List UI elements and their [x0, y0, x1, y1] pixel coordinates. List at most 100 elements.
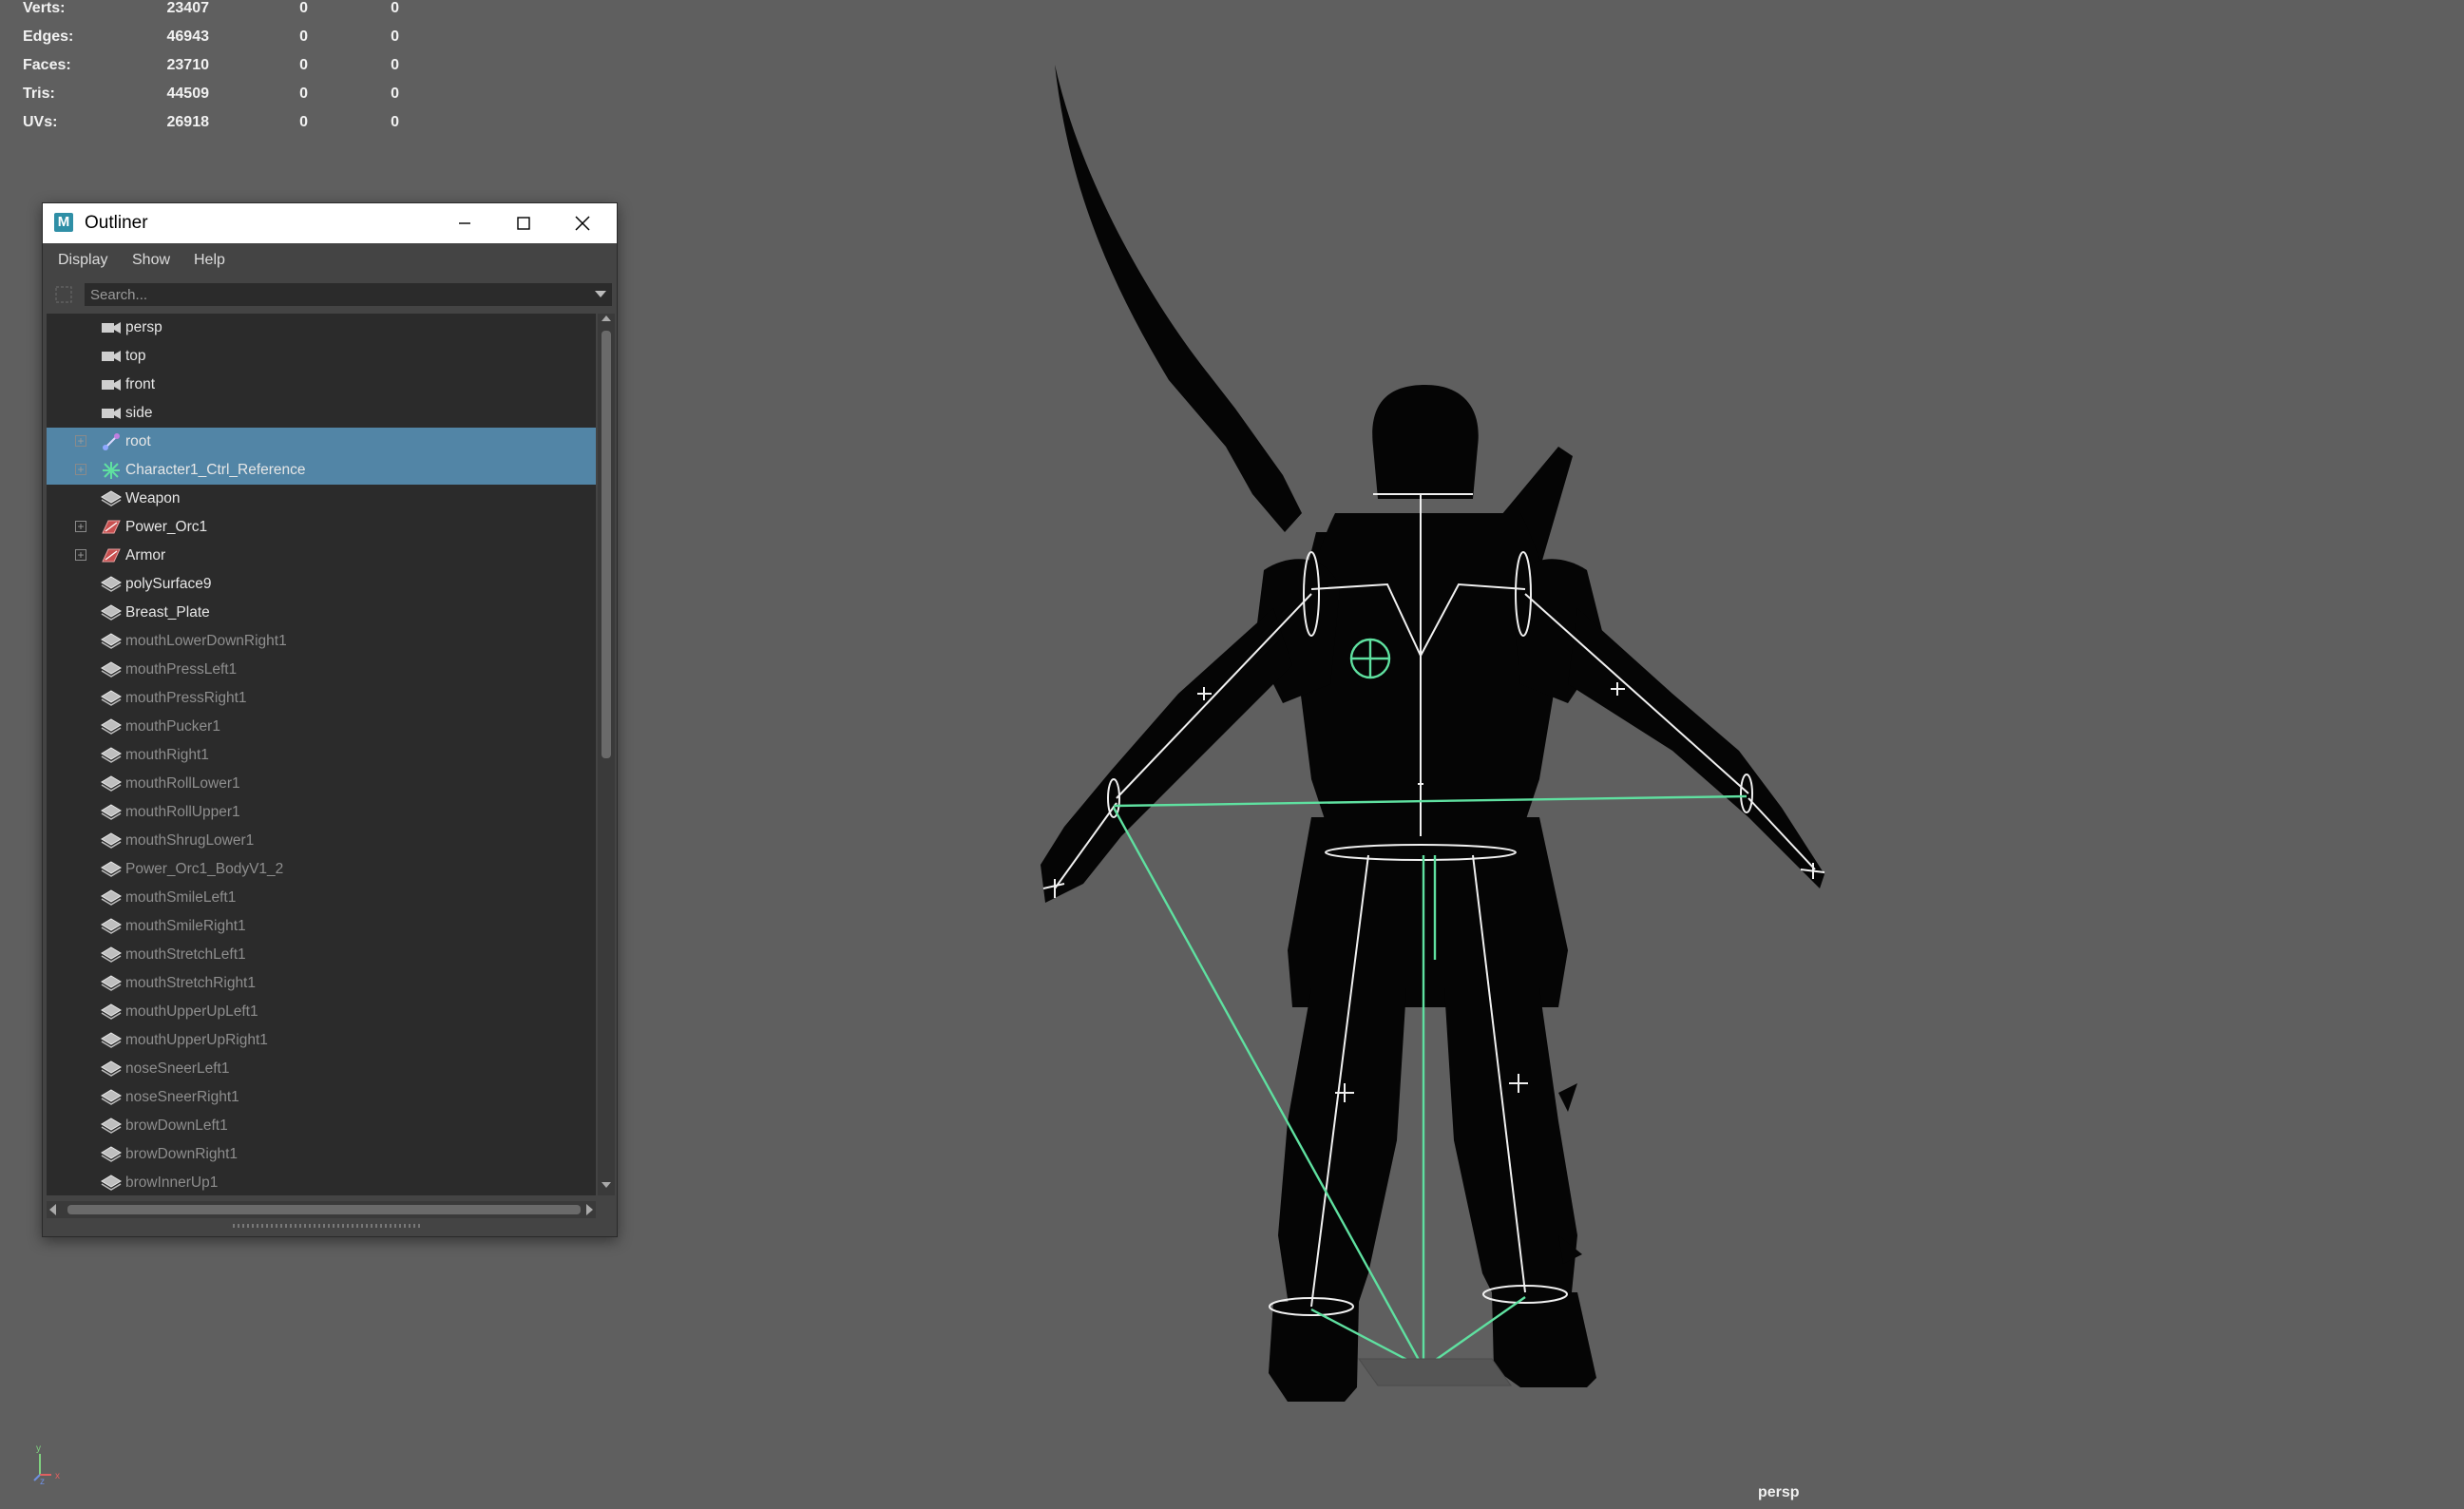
- outliner-item-label: mouthUpperUpLeft1: [125, 1003, 258, 1020]
- scroll-down-icon[interactable]: [602, 1180, 611, 1190]
- poly-count-hud: Verts: 23407 0 0 Edges: 46943 0 0 Faces:…: [23, 0, 399, 143]
- maximize-icon: [517, 217, 530, 230]
- outliner-item-label: Breast_Plate: [125, 604, 210, 621]
- axis-z-label: z: [40, 1477, 45, 1484]
- menu-help[interactable]: Help: [194, 252, 225, 269]
- hud-value: 0: [299, 0, 308, 16]
- outliner-row[interactable]: + Power_Orc1: [47, 513, 596, 542]
- outliner-item-label: browDownRight1: [125, 1146, 239, 1162]
- mesh-icon: [100, 946, 123, 965]
- group-icon: [100, 518, 123, 537]
- vertical-scrollbar[interactable]: [598, 314, 615, 1195]
- hud-value: 26918: [166, 114, 210, 130]
- outliner-item-label: noseSneerRight1: [125, 1089, 239, 1105]
- outliner-row[interactable]: + Character1_Ctrl_Reference: [47, 456, 596, 485]
- outliner-item-label: mouthRollUpper1: [125, 804, 240, 820]
- close-button[interactable]: [554, 203, 611, 243]
- hud-value: 0: [391, 0, 399, 16]
- hud-label: Edges:: [23, 29, 74, 45]
- chevron-down-icon: [595, 291, 606, 297]
- outliner-row[interactable]: mouthStretchLeft1: [47, 941, 596, 969]
- character-silhouette[interactable]: [1041, 65, 1824, 1402]
- close-icon: [575, 216, 590, 231]
- outliner-row[interactable]: mouthRight1: [47, 741, 596, 770]
- outliner-row[interactable]: mouthStretchRight1: [47, 969, 596, 998]
- mesh-icon: [100, 746, 123, 765]
- outliner-tree[interactable]: persp top front side + root + Character1_Ctrl_R…: [47, 314, 596, 1195]
- outliner-row[interactable]: mouthSmileLeft1: [47, 884, 596, 912]
- outliner-row[interactable]: Power_Orc1_BodyV1_2: [47, 855, 596, 884]
- hud-value: 0: [391, 57, 399, 73]
- expand-icon[interactable]: +: [75, 549, 86, 561]
- outliner-row[interactable]: mouthPucker1: [47, 713, 596, 741]
- camera-icon: [100, 318, 123, 337]
- mesh-icon: [100, 660, 123, 679]
- mesh-icon: [100, 575, 123, 594]
- outliner-row[interactable]: noseSneerRight1: [47, 1083, 596, 1112]
- outliner-window[interactable]: M Outliner Display Show Help persp top fro…: [42, 202, 618, 1237]
- outliner-item-label: mouthPressLeft1: [125, 661, 238, 678]
- hud-row-uvs: UVs: 26918 0 0: [23, 114, 399, 143]
- search-options-dropdown[interactable]: [589, 283, 612, 306]
- expand-icon[interactable]: +: [75, 435, 86, 447]
- outliner-row[interactable]: side: [47, 399, 596, 428]
- outliner-row[interactable]: mouthPressRight1: [47, 684, 596, 713]
- camera-icon: [100, 404, 123, 423]
- resize-grip[interactable]: [233, 1224, 423, 1228]
- outliner-row[interactable]: mouthSmileRight1: [47, 912, 596, 941]
- outliner-row[interactable]: mouthUpperUpRight1: [47, 1026, 596, 1055]
- hud-value: 0: [391, 29, 399, 45]
- outliner-row[interactable]: mouthPressLeft1: [47, 656, 596, 684]
- outliner-row[interactable]: + Armor: [47, 542, 596, 570]
- outliner-row[interactable]: mouthShrugLower1: [47, 827, 596, 855]
- maximize-button[interactable]: [495, 203, 552, 243]
- horizontal-scrollbar[interactable]: [47, 1201, 596, 1218]
- hud-value: 0: [299, 57, 308, 73]
- filter-toggle-icon[interactable]: [54, 285, 73, 304]
- hud-label: UVs:: [23, 114, 58, 130]
- outliner-item-label: mouthRight1: [125, 747, 209, 763]
- outliner-item-label: mouthSmileLeft1: [125, 889, 237, 906]
- outliner-row[interactable]: mouthRollUpper1: [47, 798, 596, 827]
- outliner-row[interactable]: browDownRight1: [47, 1140, 596, 1169]
- outliner-item-label: browDownLeft1: [125, 1117, 228, 1134]
- outliner-row[interactable]: noseSneerLeft1: [47, 1055, 596, 1083]
- outliner-row[interactable]: mouthLowerDownRight1: [47, 627, 596, 656]
- expand-icon[interactable]: +: [75, 464, 86, 475]
- outliner-row[interactable]: browDownLeft1: [47, 1112, 596, 1140]
- outliner-row[interactable]: front: [47, 371, 596, 399]
- window-titlebar[interactable]: M Outliner: [43, 203, 617, 243]
- minimize-icon: [459, 222, 470, 224]
- outliner-row[interactable]: + root: [47, 428, 596, 456]
- scroll-left-icon[interactable]: [48, 1204, 58, 1215]
- minimize-button[interactable]: [436, 203, 493, 243]
- mesh-icon: [100, 1088, 123, 1107]
- scroll-up-icon[interactable]: [602, 314, 611, 323]
- menu-display[interactable]: Display: [58, 252, 107, 269]
- hud-row-verts: Verts: 23407 0 0: [23, 0, 399, 29]
- outliner-item-label: Armor: [125, 547, 166, 563]
- outliner-item-label: mouthStretchLeft1: [125, 946, 246, 963]
- outliner-row[interactable]: mouthUpperUpLeft1: [47, 998, 596, 1026]
- outliner-row[interactable]: browInnerUp1: [47, 1169, 596, 1195]
- search-input[interactable]: [85, 283, 594, 306]
- outliner-row[interactable]: persp: [47, 314, 596, 342]
- hud-row-faces: Faces: 23710 0 0: [23, 57, 399, 86]
- mesh-icon: [100, 1031, 123, 1050]
- expand-icon[interactable]: +: [75, 521, 86, 532]
- vertical-scroll-thumb[interactable]: [602, 331, 611, 758]
- menu-show[interactable]: Show: [132, 252, 170, 269]
- mesh-icon: [100, 831, 123, 850]
- outliner-row[interactable]: polySurface9: [47, 570, 596, 599]
- outliner-row[interactable]: Weapon: [47, 485, 596, 513]
- outliner-row[interactable]: Breast_Plate: [47, 599, 596, 627]
- outliner-row[interactable]: mouthRollLower1: [47, 770, 596, 798]
- outliner-row[interactable]: top: [47, 342, 596, 371]
- horizontal-scroll-thumb[interactable]: [67, 1205, 581, 1214]
- outliner-item-label: top: [125, 348, 146, 364]
- hud-label: Tris:: [23, 86, 55, 102]
- group-icon: [100, 546, 123, 565]
- mesh-icon: [100, 1174, 123, 1193]
- scroll-right-icon[interactable]: [584, 1204, 594, 1215]
- hud-row-edges: Edges: 46943 0 0: [23, 29, 399, 57]
